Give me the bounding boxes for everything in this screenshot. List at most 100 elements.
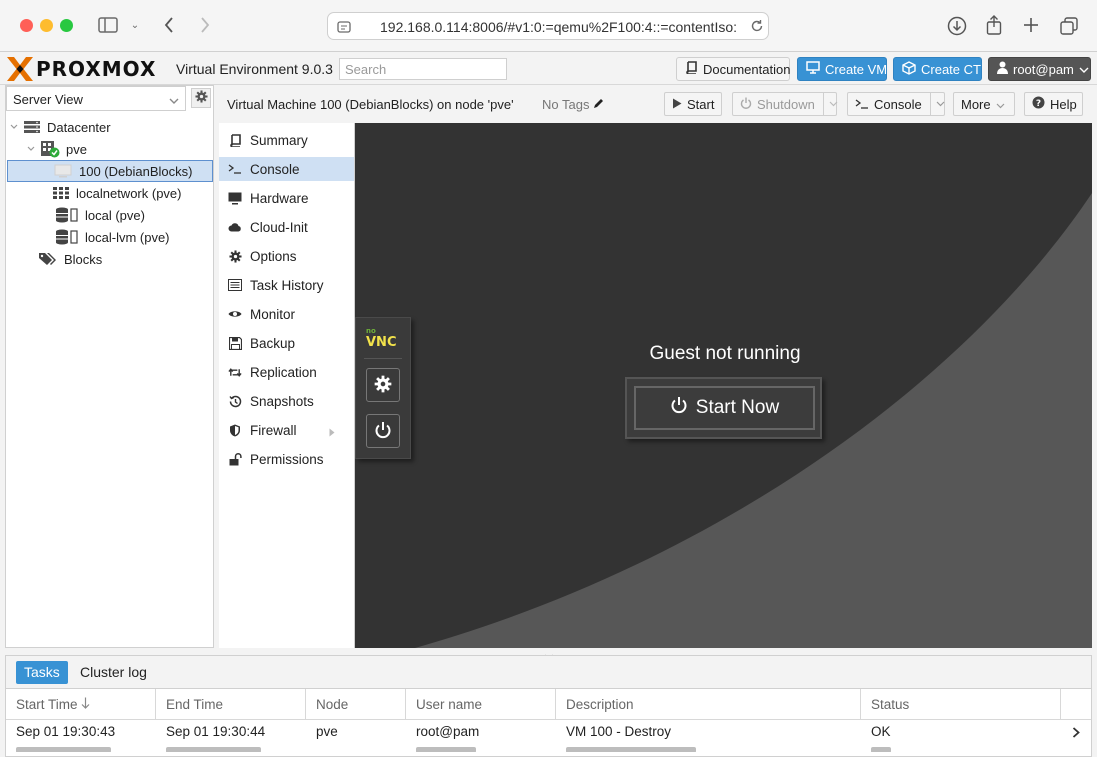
- cell-user-name: [416, 747, 476, 752]
- help-button[interactable]: ? Help: [1024, 92, 1083, 116]
- start-now-label: Start Now: [695, 397, 780, 418]
- maximize-window-button[interactable]: [60, 19, 73, 32]
- create-vm-button[interactable]: Create VM: [797, 57, 887, 81]
- nav-console[interactable]: Console: [219, 157, 354, 181]
- node-online-icon: [40, 140, 60, 158]
- help-icon: ?: [1032, 96, 1045, 112]
- shield-icon: [228, 423, 242, 437]
- tree-item-localnetwork[interactable]: localnetwork (pve): [7, 182, 213, 204]
- tree-item-local[interactable]: local (pve): [7, 204, 213, 226]
- tab-tasks[interactable]: Tasks: [16, 661, 68, 684]
- shutdown-dropdown-icon[interactable]: [822, 93, 838, 115]
- nav-snapshots[interactable]: Snapshots: [219, 389, 354, 413]
- guest-status-message: Guest not running: [649, 343, 801, 364]
- chevron-down-icon: [1079, 62, 1089, 77]
- column-header-end-time[interactable]: End Time: [156, 689, 306, 720]
- new-tab-icon[interactable]: [1021, 15, 1041, 35]
- table-row[interactable]: [6, 742, 1091, 752]
- share-icon[interactable]: [984, 13, 1004, 37]
- table-row[interactable]: Sep 01 19:30:43 Sep 01 19:30:44 pve root…: [6, 720, 1091, 742]
- column-header-node[interactable]: Node: [306, 689, 406, 720]
- panel-resize-handle[interactable]: [525, 648, 573, 659]
- nav-cloud-init[interactable]: Cloud-Init: [219, 215, 354, 239]
- vnc-settings-button[interactable]: [366, 368, 400, 402]
- book-icon: [228, 133, 242, 147]
- nav-firewall[interactable]: Firewall: [219, 418, 354, 442]
- nav-hardware[interactable]: Hardware: [219, 186, 354, 210]
- cell-user-name: root@pam: [416, 724, 480, 739]
- tree-expander-icon[interactable]: [9, 124, 19, 130]
- cell-description: [566, 747, 696, 752]
- gear-icon: [194, 90, 208, 106]
- nav-label: Console: [250, 161, 300, 177]
- tree-item-label: localnetwork (pve): [76, 185, 182, 201]
- nav-backup[interactable]: Backup: [219, 331, 354, 355]
- svg-text:?: ?: [1036, 99, 1041, 109]
- forward-icon[interactable]: [196, 14, 214, 36]
- tree-item-datacenter[interactable]: Datacenter: [7, 116, 213, 138]
- close-window-button[interactable]: [20, 19, 33, 32]
- column-header-start-time[interactable]: Start Time: [6, 689, 156, 720]
- tags-field[interactable]: No Tags: [542, 97, 605, 112]
- sidebar-toggle-icon[interactable]: [97, 16, 119, 34]
- url-text[interactable]: 192.168.0.114:8006/#v1:0:=qemu%2F100:4::…: [380, 19, 738, 35]
- shutdown-button[interactable]: Shutdown: [732, 92, 838, 116]
- nav-permissions[interactable]: Permissions: [219, 447, 354, 471]
- tree-item-local-lvm[interactable]: local-lvm (pve): [7, 226, 213, 248]
- proxmox-app: PROXMOX Virtual Environment 9.0.3 Docume…: [0, 52, 1097, 757]
- view-selector[interactable]: Server View: [6, 86, 186, 111]
- tree-expander-icon[interactable]: [26, 146, 36, 152]
- minimize-window-button[interactable]: [40, 19, 53, 32]
- chevron-down-icon[interactable]: ⌄: [129, 17, 141, 33]
- nav-task-history[interactable]: Task History: [219, 273, 354, 297]
- console-button[interactable]: Console: [847, 92, 945, 116]
- cell-start-time: Sep 01 19:30:43: [16, 724, 116, 739]
- nav-label: Monitor: [250, 306, 296, 322]
- download-icon[interactable]: [946, 15, 968, 37]
- chevron-right-icon[interactable]: [1072, 726, 1080, 741]
- tree-settings-button[interactable]: [191, 88, 211, 108]
- gear-icon: [228, 249, 242, 263]
- column-header-status[interactable]: Status: [861, 689, 1061, 720]
- tree-item-blocks[interactable]: Blocks: [7, 248, 213, 270]
- create-vm-label: Create VM: [825, 61, 888, 77]
- back-icon[interactable]: [160, 14, 178, 36]
- console-dropdown-icon[interactable]: [929, 93, 945, 115]
- gear-icon: [374, 375, 392, 396]
- documentation-button[interactable]: Documentation: [676, 57, 790, 81]
- start-now-container: Start Now: [625, 377, 822, 439]
- site-info-icon[interactable]: [336, 19, 352, 35]
- reload-icon[interactable]: [749, 18, 765, 34]
- user-label: root@pam: [1013, 61, 1074, 77]
- tab-overview-icon[interactable]: [1058, 15, 1080, 37]
- nav-summary[interactable]: Summary: [219, 128, 354, 152]
- unlock-icon: [228, 452, 242, 466]
- nav-options[interactable]: Options: [219, 244, 354, 268]
- nav-replication[interactable]: Replication: [219, 360, 354, 384]
- tree-item-pve[interactable]: pve: [7, 138, 213, 160]
- column-header-description[interactable]: Description: [556, 689, 861, 720]
- start-now-button[interactable]: Start Now: [634, 386, 815, 430]
- more-button[interactable]: More: [953, 92, 1015, 116]
- column-header-user-name[interactable]: User name: [406, 689, 556, 720]
- tree-item-vm-100[interactable]: 100 (DebianBlocks): [7, 160, 213, 182]
- vnc-power-button[interactable]: [366, 414, 400, 448]
- chevron-down-icon: [169, 93, 179, 108]
- nav-label: Replication: [250, 364, 317, 380]
- url-bar[interactable]: 192.168.0.114:8006/#v1:0:=qemu%2F100:4::…: [327, 12, 769, 40]
- pencil-icon[interactable]: [593, 97, 605, 112]
- tab-cluster-log[interactable]: Cluster log: [72, 661, 155, 684]
- nav-label: Cloud-Init: [250, 219, 308, 235]
- user-menu-button[interactable]: root@pam: [988, 57, 1091, 81]
- create-ct-label: Create CT: [921, 61, 981, 77]
- search-input[interactable]: [339, 58, 507, 80]
- start-label: Start: [687, 96, 715, 112]
- nav-label: Backup: [250, 335, 296, 351]
- sort-down-icon: [81, 697, 90, 712]
- start-button[interactable]: Start: [664, 92, 722, 116]
- create-ct-button[interactable]: Create CT: [893, 57, 982, 81]
- list-icon: [228, 278, 242, 292]
- browser-toolbar: ⌄ 192.168.0.114:8006/#v1:0:=qemu%2F100:4…: [0, 0, 1097, 52]
- nav-monitor[interactable]: Monitor: [219, 302, 354, 326]
- vnc-console[interactable]: no VNC Guest not running Start Now: [355, 123, 1092, 648]
